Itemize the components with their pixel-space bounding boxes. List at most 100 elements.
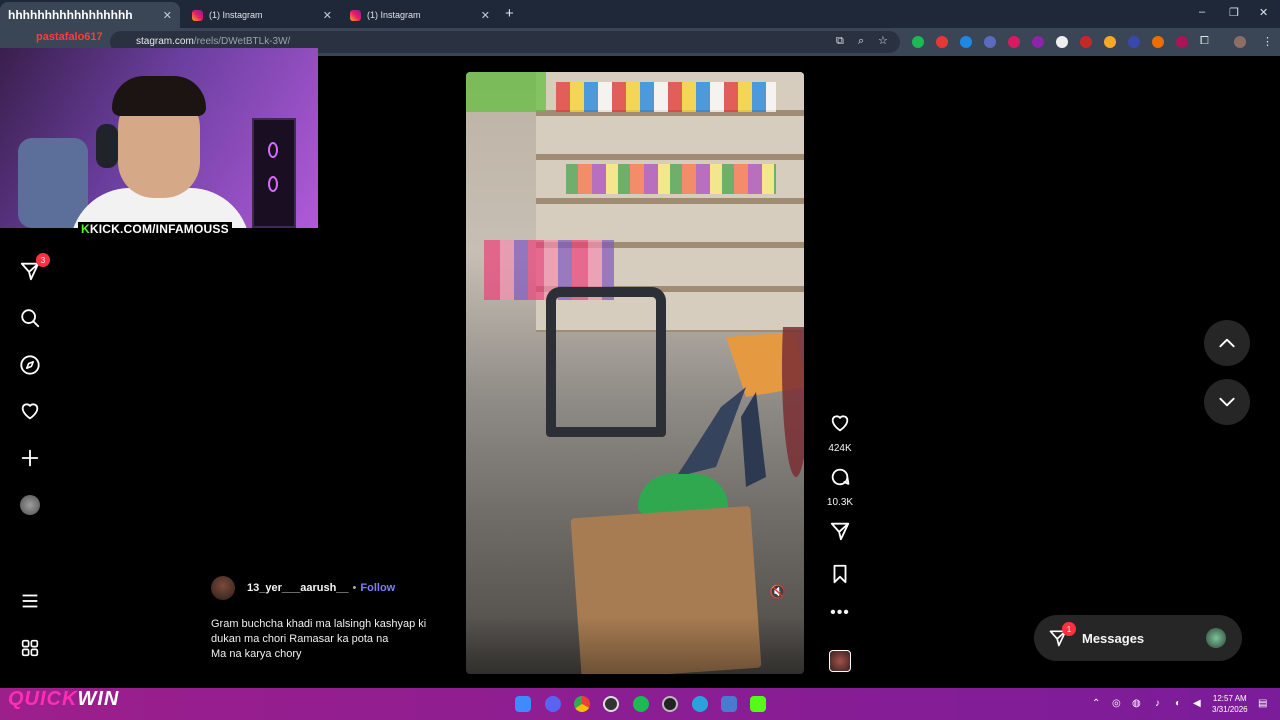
create-icon — [21, 449, 39, 467]
bookmark-star-icon[interactable]: ☆ — [878, 34, 888, 47]
extension-icon[interactable] — [1176, 36, 1188, 48]
like-action[interactable]: 424K — [822, 412, 858, 454]
reel-video[interactable]: 🔇 — [466, 72, 804, 674]
telegram-icon[interactable] — [692, 696, 708, 712]
extension-icon[interactable] — [1008, 36, 1020, 48]
comment-icon — [831, 468, 850, 486]
next-reel-button[interactable] — [1204, 379, 1250, 425]
volume-icon[interactable]: ◀ — [1193, 698, 1201, 709]
shelf-goods — [566, 164, 776, 194]
messages-button[interactable]: 1 Messages — [1034, 615, 1242, 661]
streamer-hair — [112, 76, 206, 116]
bookmark-icon — [833, 564, 847, 584]
install-app-icon[interactable]: ⧉ — [836, 35, 844, 48]
menu-icon — [22, 594, 38, 608]
rgb-fan-icon — [268, 142, 278, 158]
discord-icon[interactable] — [545, 696, 561, 712]
tab-instagram-1[interactable]: (1) Instagram ✕ — [184, 2, 340, 28]
audio-thumbnail[interactable] — [822, 650, 858, 677]
more-options-icon[interactable]: ••• — [822, 604, 858, 622]
extension-icon[interactable] — [984, 36, 996, 48]
tray-discord-icon[interactable]: ◍ — [1132, 698, 1141, 709]
windows-start-icon[interactable] — [515, 696, 531, 712]
spotify-icon[interactable] — [633, 696, 649, 712]
url-text[interactable]: stagram.com/reels/DWetBTLk-3W/ — [136, 36, 290, 47]
muted-speaker-icon[interactable]: 🔇 — [770, 584, 786, 600]
extension-icon[interactable] — [1128, 36, 1140, 48]
follow-button[interactable]: Follow — [360, 582, 395, 594]
gaming-chair — [18, 138, 88, 228]
system-clock[interactable]: 12:57 AM 3/31/2026 — [1212, 693, 1248, 715]
also-from-meta-nav-item[interactable] — [18, 636, 42, 660]
app-icon[interactable] — [662, 696, 678, 712]
notifications-tray-icon[interactable]: ▤ — [1258, 698, 1267, 709]
explore-icon — [20, 355, 40, 375]
extension-icon[interactable] — [1080, 36, 1092, 48]
extension-icon[interactable] — [960, 36, 972, 48]
profile-avatar — [20, 495, 40, 515]
messages-nav-item[interactable]: 3 — [18, 253, 50, 283]
taskbar: QUICKWIN ⌃ ◎ ◍ ♪ ◐ ◀ 12:57 AM 3/31/2026 … — [0, 688, 1280, 720]
chrome-icon[interactable] — [574, 696, 590, 712]
close-window-button[interactable]: ✕ — [1259, 6, 1268, 19]
search-icon — [21, 309, 40, 328]
comments-count: 10.3K — [826, 497, 854, 508]
extensions-puzzle-icon[interactable]: ⧠ — [1200, 35, 1209, 48]
messages-label: Messages — [1082, 630, 1145, 646]
microphone-icon[interactable]: ♪ — [1155, 698, 1160, 709]
clock-time: 12:57 AM — [1212, 694, 1247, 703]
extension-icon[interactable] — [936, 36, 948, 48]
obs-icon[interactable] — [603, 696, 619, 712]
kick-logo: K — [81, 222, 90, 236]
heart-icon — [831, 415, 849, 432]
tray-app-icon[interactable]: ◎ — [1112, 698, 1121, 709]
author-username[interactable]: 13_yer___aarush__ — [247, 582, 349, 594]
tab-title: (1) Instagram — [367, 10, 421, 20]
kick-app-icon[interactable] — [750, 696, 766, 712]
extension-icon[interactable] — [1152, 36, 1164, 48]
likes-count: 424K — [828, 443, 852, 454]
caption-line: Ma na karya chory — [211, 648, 302, 660]
messages-badge: 1 — [1062, 622, 1076, 636]
comment-action[interactable]: 10.3K — [822, 466, 858, 508]
minimize-button[interactable]: – — [1199, 6, 1205, 18]
rgb-fan-icon — [268, 176, 278, 192]
create-nav-item[interactable] — [18, 446, 42, 470]
app-icon[interactable] — [721, 696, 737, 712]
author-avatar[interactable] — [211, 576, 235, 600]
audio-thumbnail-image — [829, 650, 851, 672]
notifications-nav-item[interactable] — [18, 399, 42, 423]
tab-close-icon[interactable]: ✕ — [323, 9, 332, 22]
heart-icon — [21, 403, 39, 420]
search-nav-item[interactable] — [18, 306, 42, 330]
restore-button[interactable]: ❐ — [1229, 6, 1239, 19]
more-nav-item[interactable] — [18, 589, 42, 613]
browser-menu-icon[interactable]: ⋮ — [1262, 35, 1273, 48]
tab-active[interactable]: hhhhhhhhhhhhhhhhh ✕ — [0, 2, 180, 28]
tray-chevron-icon[interactable]: ⌃ — [1092, 698, 1100, 709]
caption-line: Gram buchcha khadi ma lalsingh kashyap k… — [211, 618, 427, 630]
zoom-icon[interactable]: ⌕ — [858, 35, 864, 48]
profile-nav-item[interactable] — [18, 493, 42, 517]
clock-date: 3/31/2026 — [1212, 705, 1248, 714]
tab-close-icon[interactable]: ✕ — [481, 9, 490, 22]
tab-instagram-2[interactable]: (1) Instagram ✕ — [342, 2, 498, 28]
browser-tab-bar: hhhhhhhhhhhhhhhhh ✕ (1) Instagram ✕ (1) … — [0, 0, 1280, 28]
explore-nav-item[interactable] — [18, 353, 42, 377]
share-action[interactable] — [822, 520, 858, 547]
tab-close-icon[interactable]: ✕ — [163, 9, 172, 22]
url-path: /reels/DWetBTLk-3W/ — [193, 36, 291, 47]
messages-icon-wrap: 1 — [1048, 622, 1076, 648]
extension-icon[interactable] — [1104, 36, 1116, 48]
previous-reel-button[interactable] — [1204, 320, 1250, 366]
apps-grid-icon — [21, 639, 39, 657]
new-tab-button[interactable]: + — [505, 5, 514, 22]
network-icon[interactable]: ◐ — [1175, 698, 1181, 709]
sponsor-part2: WIN — [77, 688, 120, 710]
extension-icon[interactable] — [912, 36, 924, 48]
chevron-up-icon — [1219, 338, 1235, 348]
extension-icon[interactable] — [1032, 36, 1044, 48]
extension-icon[interactable] — [1056, 36, 1068, 48]
save-action[interactable] — [822, 563, 858, 590]
profile-avatar[interactable] — [1234, 36, 1246, 48]
